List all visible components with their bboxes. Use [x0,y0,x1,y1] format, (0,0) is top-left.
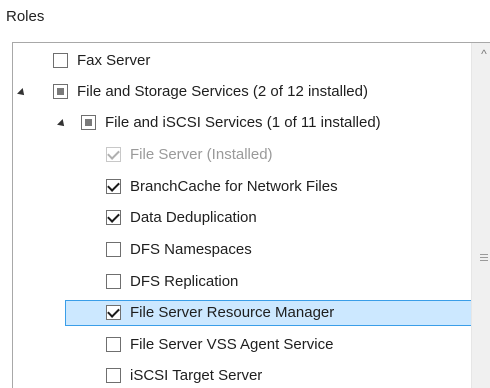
role-label: File Server VSS Agent Service [130,336,334,353]
roles-tree[interactable]: Fax Server File and Storage Services (2 … [12,42,490,388]
role-file-and-iscsi-services[interactable]: File and iSCSI Services (1 of 11 install… [13,108,472,139]
checkbox[interactable] [106,337,121,352]
role-label: File and iSCSI Services (1 of 11 install… [105,114,381,131]
role-file-server: File Server (Installed) [13,140,472,171]
checkbox[interactable] [81,115,96,130]
checkbox[interactable] [53,53,68,68]
role-label: DFS Replication [130,273,239,290]
checkbox [106,147,121,162]
checkbox[interactable] [106,210,121,225]
role-label: File Server Resource Manager [130,304,335,321]
scroll-up-icon[interactable]: ^ [472,43,490,65]
role-dfs-namespaces[interactable]: DFS Namespaces [13,235,472,266]
role-file-server-vss-agent[interactable]: File Server VSS Agent Service [13,330,472,361]
role-file-and-storage-services[interactable]: File and Storage Services (2 of 12 insta… [13,77,472,108]
vertical-scrollbar[interactable]: ^ [471,43,490,388]
role-label: BranchCache for Network Files [130,178,338,195]
role-label: File and Storage Services (2 of 12 insta… [77,83,368,100]
checkbox[interactable] [106,179,121,194]
role-label: File Server (Installed) [130,146,273,163]
roles-heading: Roles [6,8,45,25]
expand-collapse-icon[interactable] [55,108,69,139]
role-branchcache[interactable]: BranchCache for Network Files [13,172,472,203]
scroll-thumb[interactable] [477,231,490,283]
checkbox[interactable] [106,274,121,289]
role-label: iSCSI Target Server [130,367,263,384]
checkbox[interactable] [106,368,121,383]
checkbox[interactable] [106,242,121,257]
role-file-server-resource-manager[interactable]: File Server Resource Manager [13,298,472,329]
role-label: Fax Server [77,52,151,69]
expand-collapse-icon[interactable] [15,77,29,108]
role-fax-server[interactable]: Fax Server [13,46,472,77]
role-label: DFS Namespaces [130,241,252,258]
role-iscsi-target-server[interactable]: iSCSI Target Server [13,361,472,388]
checkbox[interactable] [106,305,121,320]
checkbox[interactable] [53,84,68,99]
role-label: Data Deduplication [130,209,257,226]
role-data-deduplication[interactable]: Data Deduplication [13,203,472,234]
role-dfs-replication[interactable]: DFS Replication [13,267,472,298]
